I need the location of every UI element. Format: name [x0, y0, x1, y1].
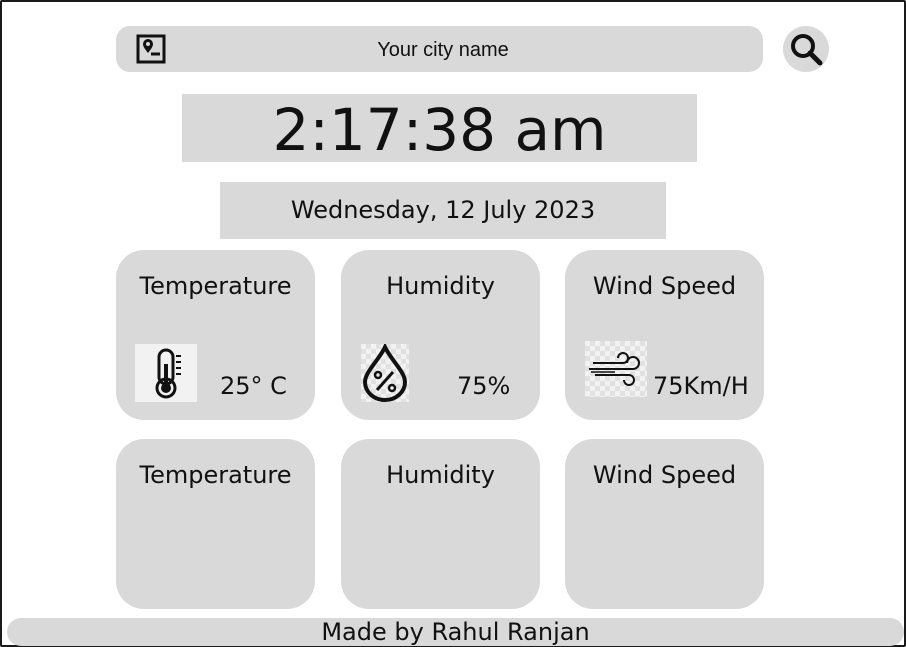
wind-icon: [585, 341, 647, 397]
map-pin-icon[interactable]: [136, 34, 166, 64]
wind-speed-card: Wind Speed 75Km/H: [565, 250, 764, 420]
humidity-value: 75%: [457, 372, 511, 400]
wind-speed-card-secondary: Wind Speed: [565, 439, 764, 609]
card-title: Humidity: [386, 461, 495, 489]
search-icon: [791, 34, 823, 66]
card-title: Wind Speed: [592, 461, 737, 489]
temperature-card: Temperature 25° C: [116, 250, 315, 420]
card-title: Temperature: [139, 461, 292, 489]
clock-time: 2:17:38 am: [182, 94, 697, 164]
thermometer-icon: [135, 344, 197, 402]
footer-credit: Made by Rahul Ranjan: [7, 618, 904, 646]
clock-date: Wednesday, 12 July 2023: [220, 182, 666, 239]
city-search-input[interactable]: [176, 26, 710, 74]
search-bar: [116, 26, 763, 74]
search-button[interactable]: [783, 26, 829, 72]
humidity-card: Humidity 75%: [341, 250, 540, 420]
temperature-value: 25° C: [220, 372, 287, 400]
humidity-drop-icon: [361, 342, 409, 402]
card-title: Wind Speed: [592, 272, 737, 300]
app-frame: 2:17:38 am Wednesday, 12 July 2023 Tempe…: [0, 0, 906, 647]
humidity-card-secondary: Humidity: [341, 439, 540, 609]
card-title: Humidity: [386, 272, 495, 300]
wind-speed-value: 75Km/H: [653, 372, 749, 400]
temperature-card-secondary: Temperature: [116, 439, 315, 609]
card-title: Temperature: [139, 272, 292, 300]
